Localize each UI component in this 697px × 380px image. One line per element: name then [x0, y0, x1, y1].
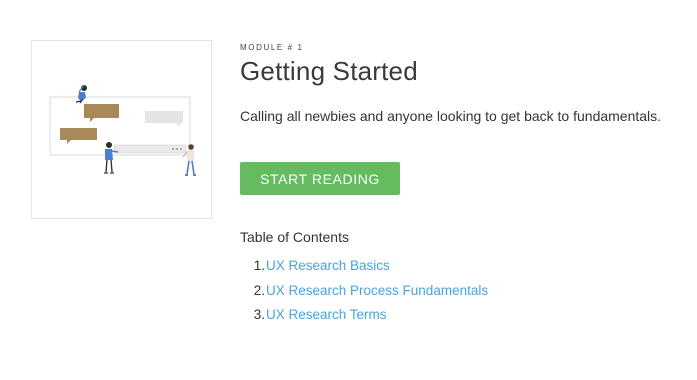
- toc-item: 2. UX Research Process Fundamentals: [240, 283, 488, 308]
- toc-item-number: 2.: [253, 282, 265, 298]
- table-of-contents-list: 1. UX Research Basics 2. UX Research Pro…: [240, 258, 488, 332]
- speech-bubble-brown-top: [84, 104, 119, 118]
- chat-input-bar: [113, 144, 187, 154]
- start-reading-button[interactable]: START READING: [240, 162, 400, 195]
- module-description: Calling all newbies and anyone looking t…: [240, 108, 662, 124]
- toc-link-ux-research-terms[interactable]: UX Research Terms: [266, 307, 387, 332]
- speech-bubble-brown-bottom: [60, 128, 97, 140]
- toc-link-ux-research-basics[interactable]: UX Research Basics: [266, 258, 390, 283]
- toc-item-number: 3.: [253, 307, 265, 322]
- toc-item-number: 1.: [253, 258, 265, 273]
- toc-link-ux-research-process-fundamentals[interactable]: UX Research Process Fundamentals: [266, 283, 488, 308]
- toc-heading: Table of Contents: [240, 229, 349, 245]
- speech-bubble-gray: [145, 111, 183, 123]
- people-chatting-illustration: [49, 84, 196, 176]
- toc-item: 1. UX Research Basics: [240, 258, 488, 283]
- person-top-figure: [75, 84, 87, 104]
- toc-item: 3. UX Research Terms: [240, 307, 488, 332]
- module-title: Getting Started: [240, 56, 418, 86]
- module-number-label: MODULE # 1: [240, 43, 304, 52]
- module-thumbnail: [31, 40, 212, 219]
